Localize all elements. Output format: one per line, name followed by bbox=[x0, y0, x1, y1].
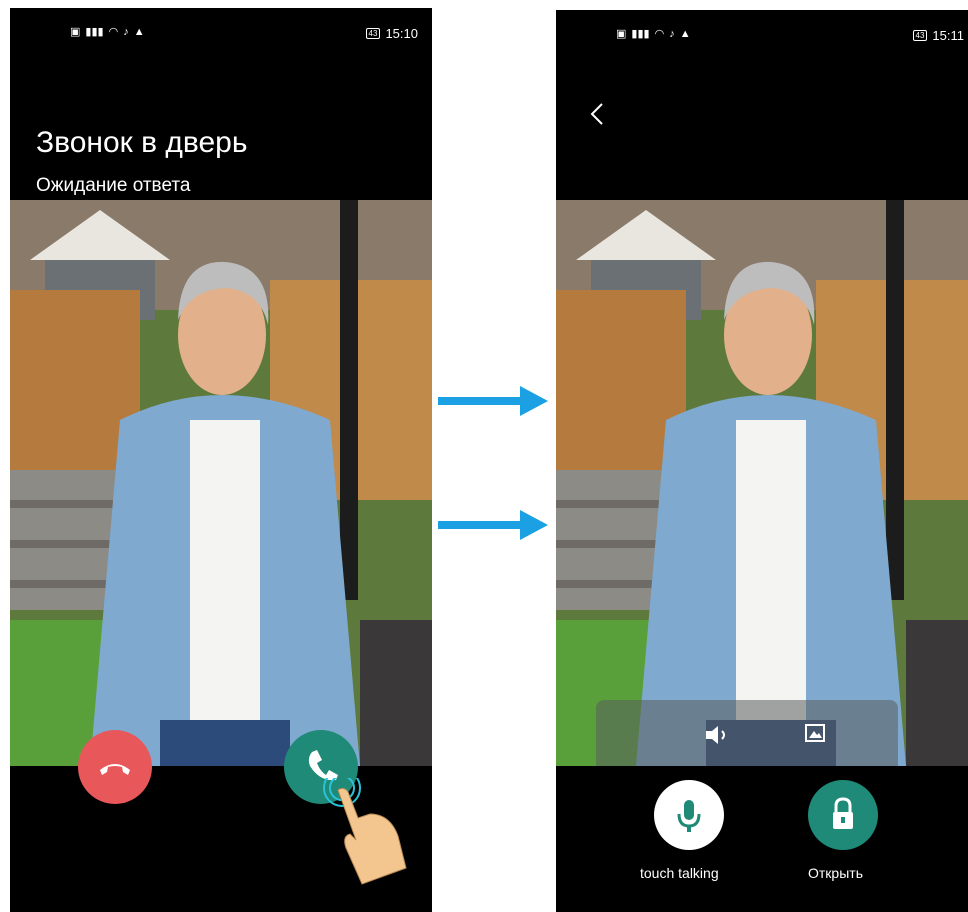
active-call-screen: ▣ ▮▮▮ ◠ ♪ ▲ 43 15:11 touch talking Откры… bbox=[556, 10, 968, 912]
status-icons: ▣ ▮▮▮ ◠ ♪ ▲ bbox=[616, 28, 691, 40]
clock: 15:10 bbox=[385, 26, 418, 41]
push-to-talk-button[interactable] bbox=[654, 780, 724, 850]
open-label: Открыть bbox=[808, 865, 863, 881]
call-status: Ожидание ответа bbox=[36, 175, 191, 196]
doorbell-camera-image bbox=[556, 200, 968, 766]
notification-icon: ♪ bbox=[123, 26, 129, 38]
hd-icon: ▣ bbox=[70, 26, 81, 38]
notification-icon: ♪ bbox=[669, 28, 675, 40]
microphone-icon bbox=[677, 800, 701, 832]
call-title: Звонок в дверь bbox=[36, 126, 248, 159]
wifi-icon: ◠ bbox=[108, 26, 119, 38]
status-bar: ▣ ▮▮▮ ◠ ♪ ▲ 43 15:11 bbox=[556, 10, 968, 58]
phone-hangup-icon bbox=[100, 764, 130, 775]
status-icons: ▣ ▮▮▮ ◠ ♪ ▲ bbox=[70, 26, 145, 38]
signal-icon: ▮▮▮ bbox=[85, 26, 104, 38]
lock-icon bbox=[833, 797, 853, 829]
incoming-call-screen: ▣ ▮▮▮ ◠ ♪ ▲ 43 15:10 Звонок в дверь Ожид… bbox=[10, 8, 432, 912]
bell-icon: ▲ bbox=[679, 28, 691, 40]
speaker-icon[interactable] bbox=[704, 724, 730, 746]
battery-indicator: 43 bbox=[912, 30, 928, 41]
clock: 15:11 bbox=[932, 28, 964, 43]
video-feed bbox=[556, 200, 968, 766]
wifi-icon: ◠ bbox=[654, 28, 665, 40]
tap-hand-icon bbox=[323, 778, 407, 885]
talk-label: touch talking bbox=[640, 865, 719, 881]
bell-icon: ▲ bbox=[133, 26, 145, 38]
video-toolbar bbox=[596, 700, 898, 766]
snapshot-icon[interactable] bbox=[804, 722, 826, 744]
battery-indicator: 43 bbox=[365, 28, 381, 39]
reject-call-button[interactable] bbox=[78, 730, 152, 804]
status-right: 43 15:10 bbox=[365, 26, 418, 41]
doorbell-camera-image bbox=[10, 200, 432, 766]
video-feed bbox=[10, 200, 432, 766]
arrow-right-icon bbox=[438, 386, 548, 416]
back-chevron-icon[interactable] bbox=[590, 102, 604, 126]
status-bar: ▣ ▮▮▮ ◠ ♪ ▲ 43 15:10 bbox=[10, 8, 432, 56]
open-door-button[interactable] bbox=[808, 780, 878, 850]
hd-icon: ▣ bbox=[616, 28, 627, 40]
arrow-right-icon bbox=[438, 510, 548, 540]
signal-icon: ▮▮▮ bbox=[631, 28, 650, 40]
status-right: 43 15:11 bbox=[912, 28, 964, 43]
